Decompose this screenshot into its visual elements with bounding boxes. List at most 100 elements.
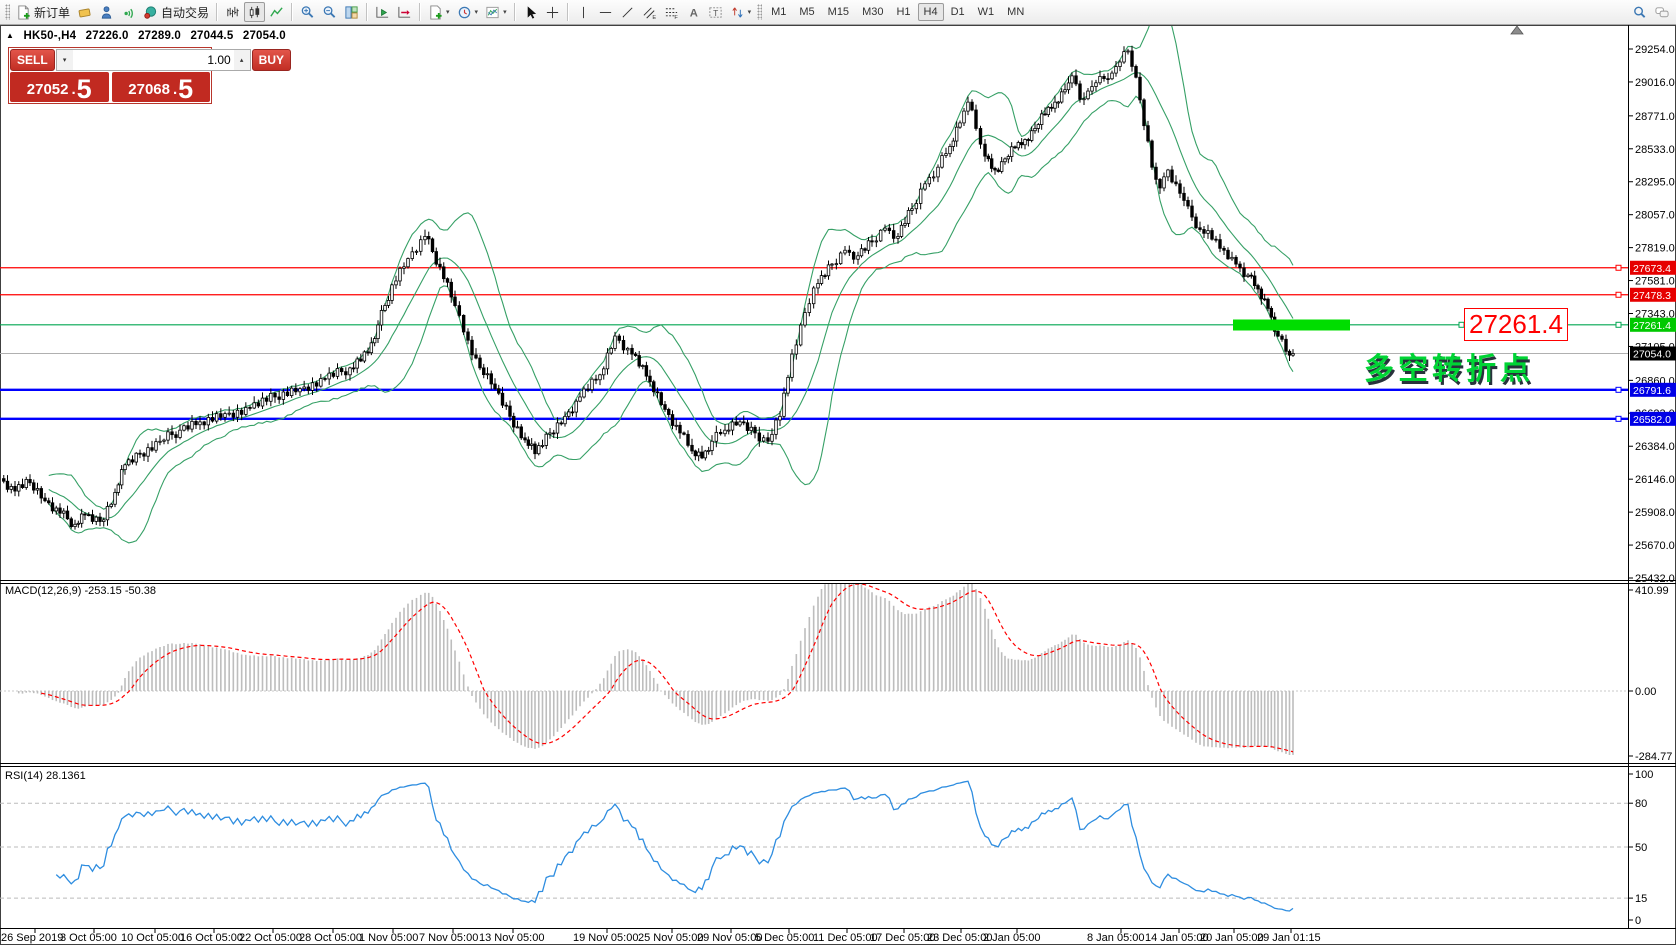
candle [373,339,376,343]
candle [1030,131,1033,141]
resistance-line-marker[interactable] [1616,292,1621,297]
candle [340,368,343,371]
zoom-out-icon [322,5,337,20]
buy-price[interactable]: 27068.5 [112,72,211,102]
data-window-button[interactable] [96,2,117,22]
collapse-icon[interactable]: ▲ [6,31,14,40]
market-watch-button[interactable] [74,2,95,22]
candle [762,438,765,441]
text-label-tool-button[interactable]: T [705,2,726,22]
candle [1288,351,1291,355]
new-order-icon [16,5,31,20]
crosshair-tool-button[interactable] [542,2,563,22]
volume-input[interactable] [73,50,234,70]
candle [1151,141,1154,167]
text-tool-button[interactable]: A [683,2,704,22]
zoom-out-button[interactable] [319,2,340,22]
support-line-marker[interactable] [1616,387,1621,392]
timeframe-m1-button[interactable]: M1 [765,3,792,21]
time-label: 10 Oct 05:00 [121,932,184,944]
turning-point-text[interactable]: 多空转折点 [1364,344,1534,388]
support-line-marker[interactable] [1616,416,1621,421]
fibonacci-tool-button[interactable]: F [661,2,682,22]
chart-shift-marker[interactable] [1511,26,1523,34]
channel-tool-button[interactable]: E [639,2,660,22]
candle [724,430,727,434]
turning-point-highlight[interactable] [1233,320,1350,331]
candle [963,111,966,123]
search-button[interactable] [1629,2,1650,22]
horizontal-line-tool-button[interactable] [595,2,616,22]
timeframe-mn-button[interactable]: MN [1001,3,1030,21]
zoom-in-button[interactable] [297,2,318,22]
svg-text:T: T [713,7,718,17]
bar-chart-mode-button[interactable] [222,2,243,22]
sell-button[interactable]: SELL [10,49,55,71]
toolbar-grip[interactable] [5,4,10,20]
vertical-line-tool-button[interactable] [573,2,594,22]
volume-decrease-button[interactable]: ▾ [57,50,73,70]
candle [127,460,130,465]
buy-button[interactable]: BUY [252,49,291,71]
svg-text:26582.0: 26582.0 [1633,414,1671,426]
candle [660,393,663,405]
candle [1111,73,1114,79]
candle [919,189,922,203]
candle [937,167,940,177]
time-label: 2 Jan 05:00 [983,932,1041,944]
candle [1067,83,1070,90]
candle [47,501,50,503]
timeframe-w1-button[interactable]: W1 [972,3,1001,21]
timeframe-h4-button[interactable]: H4 [918,3,944,21]
chat-button[interactable] [1651,2,1673,22]
bollinger-lower-band [49,96,1293,543]
auto-scroll-button[interactable] [372,2,393,22]
price-callout-box[interactable]: 27261.4 [1464,308,1568,341]
line-chart-mode-button[interactable] [266,2,287,22]
tile-windows-button[interactable] [341,2,362,22]
timeframe-h1-button[interactable]: H1 [890,3,916,21]
candle [614,336,617,348]
one-click-trading-panel: SELL ▾ ▴ BUY 27052.5 27068.5 [8,47,212,104]
candle [864,249,867,251]
indicators-button[interactable]: ▾ [482,2,510,22]
timeframe-m30-button[interactable]: M30 [856,3,889,21]
candle [971,102,974,110]
svg-text:26791.6: 26791.6 [1633,385,1671,397]
candle [102,520,105,522]
price-badge-resistance-line: 27673.4 [1630,261,1676,275]
candle [494,384,497,389]
candle [875,241,878,242]
new-chart-button[interactable]: ▾ [425,2,453,22]
arrows-tool-button[interactable]: ▾ [727,2,755,22]
timeframe-d1-button[interactable]: D1 [945,3,971,21]
timeframe-m15-button[interactable]: M15 [822,3,855,21]
volume-increase-button[interactable]: ▴ [234,50,250,70]
turning-point-line-marker[interactable] [1616,322,1621,327]
candle [1017,142,1020,147]
time-label: 26 Sep 2019 [1,932,63,944]
trendline-tool-button[interactable] [617,2,638,22]
chart-canvas[interactable]: 29254.029016.028771.028533.028295.028057… [0,0,1676,945]
sell-price[interactable]: 27052.5 [10,72,109,102]
profiles-button[interactable]: ▾ [454,2,482,22]
signals-button[interactable] [118,2,139,22]
candle [1020,142,1023,144]
candle [715,432,718,441]
candle [852,252,855,259]
new-order-button[interactable]: 新订单 [13,2,73,22]
timeframe-m5-button[interactable]: M5 [793,3,820,21]
cursor-tool-button[interactable] [520,2,541,22]
candle [1179,184,1182,194]
autotrading-button[interactable]: 自动交易 [140,2,212,22]
chart-shift-button[interactable] [394,2,415,22]
candle [249,407,252,408]
toolbar-grip[interactable] [757,4,762,20]
resistance-line-marker[interactable] [1616,265,1621,270]
candle [1171,170,1174,182]
buy-price-pip: 5 [178,78,193,101]
candle [552,433,555,434]
candlestick-mode-button[interactable] [244,2,265,22]
candle [1103,76,1106,78]
candle [1060,92,1063,102]
